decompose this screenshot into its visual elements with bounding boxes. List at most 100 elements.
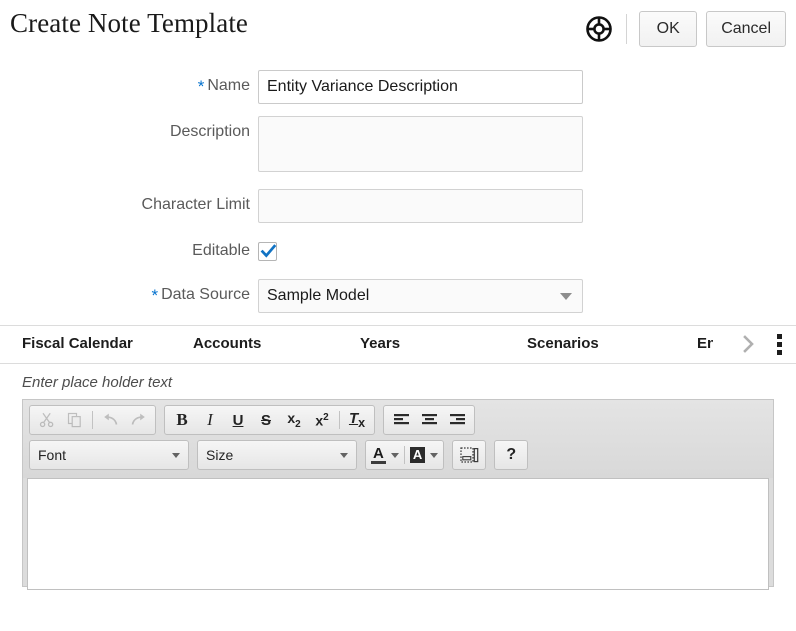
description-field-wrap bbox=[258, 116, 796, 177]
tab-scenarios[interactable]: Scenarios bbox=[527, 335, 599, 352]
required-asterisk: * bbox=[197, 77, 205, 96]
character-limit-field-wrap bbox=[258, 189, 796, 223]
editor-help-button[interactable]: ? bbox=[494, 440, 529, 470]
form-row-description: Description bbox=[0, 116, 796, 177]
clipboard-button-group bbox=[29, 405, 156, 435]
checkmark-icon bbox=[260, 244, 277, 258]
placeholder-hint-text: Enter place holder text bbox=[22, 374, 173, 391]
subscript-button[interactable]: x2 bbox=[280, 408, 308, 432]
dimension-tab-bar: Fiscal Calendar Accounts Years Scenarios… bbox=[0, 325, 796, 364]
remove-format-label: Tx bbox=[348, 410, 366, 430]
undo-icon[interactable] bbox=[96, 408, 124, 432]
align-left-icon[interactable] bbox=[387, 408, 415, 432]
background-color-label: A bbox=[409, 447, 426, 463]
data-source-field-wrap: Sample Model bbox=[258, 279, 796, 313]
redo-arrow-glyph bbox=[131, 413, 145, 425]
life-ring-help-icon[interactable] bbox=[584, 14, 614, 44]
italic-label: I bbox=[207, 410, 213, 429]
character-limit-input[interactable] bbox=[258, 189, 583, 223]
ok-button[interactable]: OK bbox=[639, 11, 698, 47]
chevron-down-icon bbox=[340, 452, 348, 458]
font-family-select[interactable]: Font bbox=[29, 440, 189, 470]
description-textarea[interactable] bbox=[258, 116, 583, 172]
italic-button[interactable]: I bbox=[196, 408, 224, 432]
name-field-wrap bbox=[258, 70, 796, 104]
data-source-field-label: * Data Source bbox=[0, 279, 258, 311]
editor-toolbar-row-1: B I U S x2 x2 Tx bbox=[29, 405, 767, 435]
name-input[interactable] bbox=[258, 70, 583, 104]
strikethrough-button[interactable]: S bbox=[252, 408, 280, 432]
data-source-label-text: Data Source bbox=[161, 286, 250, 303]
name-label-text: Name bbox=[207, 77, 250, 94]
cancel-button[interactable]: Cancel bbox=[706, 11, 786, 47]
tab-fiscal-calendar[interactable]: Fiscal Calendar bbox=[22, 335, 133, 352]
size-select-label: Size bbox=[206, 447, 234, 463]
tab-entities[interactable]: Entities bbox=[697, 335, 713, 352]
name-field-label: * Name bbox=[0, 70, 258, 102]
dot bbox=[776, 333, 782, 339]
tab-years[interactable]: Years bbox=[360, 335, 400, 352]
dot bbox=[776, 341, 782, 347]
scissors-glyph bbox=[39, 412, 54, 428]
text-format-button-group: B I U S x2 x2 Tx bbox=[164, 405, 375, 435]
chevron-down-icon bbox=[390, 452, 399, 458]
dialog-header: Create Note Template OK Cancel bbox=[0, 0, 796, 58]
data-source-select[interactable]: Sample Model bbox=[258, 279, 583, 313]
form-row-data-source: * Data Source Sample Model bbox=[0, 279, 796, 313]
align-center-glyph bbox=[421, 414, 437, 425]
form-row-editable: Editable bbox=[0, 235, 796, 267]
editable-field-wrap bbox=[258, 235, 796, 261]
cut-icon[interactable] bbox=[33, 408, 61, 432]
editor-content-area[interactable] bbox=[27, 478, 769, 590]
chevron-right-glyph bbox=[743, 335, 754, 353]
toolbar-separator bbox=[339, 411, 340, 429]
note-template-form: *Name Description Character Limit Editab… bbox=[0, 58, 796, 313]
chevron-down-icon bbox=[172, 452, 180, 458]
toolbar-separator bbox=[92, 411, 93, 429]
chevron-right-icon[interactable] bbox=[738, 331, 760, 357]
alignment-button-group bbox=[383, 405, 475, 435]
chevron-down-icon bbox=[560, 292, 572, 300]
align-center-icon[interactable] bbox=[415, 408, 443, 432]
required-asterisk: * bbox=[151, 286, 159, 305]
description-field-label: Description bbox=[169, 123, 250, 140]
color-button-group: A A bbox=[365, 440, 445, 470]
chevron-down-icon bbox=[430, 452, 439, 458]
superscript-label: x2 bbox=[315, 411, 329, 429]
underline-label: U bbox=[232, 411, 244, 429]
form-row-character-limit: Character Limit bbox=[0, 189, 796, 223]
tab-accounts[interactable]: Accounts bbox=[193, 335, 261, 352]
rich-text-editor: B I U S x2 x2 Tx Font Size A A ? bbox=[22, 399, 774, 590]
copy-icon[interactable] bbox=[61, 408, 89, 432]
header-actions: OK Cancel bbox=[584, 11, 786, 47]
remove-format-button[interactable]: Tx bbox=[343, 408, 371, 432]
editable-field-label: Editable bbox=[192, 242, 250, 259]
editable-checkbox[interactable] bbox=[258, 242, 277, 261]
subscript-label: x2 bbox=[287, 410, 301, 430]
copy-glyph bbox=[67, 412, 81, 428]
superscript-button[interactable]: x2 bbox=[308, 408, 336, 432]
bold-label: B bbox=[176, 410, 188, 429]
bold-button[interactable]: B bbox=[168, 408, 196, 432]
align-right-glyph bbox=[449, 414, 465, 425]
show-blocks-icon[interactable] bbox=[452, 440, 487, 470]
background-color-button[interactable]: A bbox=[408, 447, 440, 463]
form-row-name: * Name bbox=[0, 70, 796, 104]
font-size-select[interactable]: Size bbox=[197, 440, 357, 470]
text-color-button[interactable]: A bbox=[369, 446, 401, 464]
undo-arrow-glyph bbox=[103, 413, 117, 425]
redo-icon[interactable] bbox=[124, 408, 152, 432]
font-select-label: Font bbox=[38, 447, 67, 463]
underline-button[interactable]: U bbox=[224, 408, 252, 432]
header-divider bbox=[626, 14, 628, 44]
life-ring-glyph bbox=[586, 16, 612, 42]
align-right-icon[interactable] bbox=[443, 408, 471, 432]
text-color-label: A bbox=[371, 445, 386, 464]
align-left-glyph bbox=[393, 414, 409, 425]
editor-toolbar-row-2: Font Size A A ? bbox=[29, 440, 767, 470]
page-title: Create Note Template bbox=[10, 8, 249, 38]
show-blocks-glyph bbox=[460, 446, 479, 463]
toolbar-separator bbox=[403, 446, 405, 464]
vertical-dots-icon[interactable] bbox=[770, 332, 788, 356]
character-limit-field-label: Character Limit bbox=[141, 196, 250, 213]
